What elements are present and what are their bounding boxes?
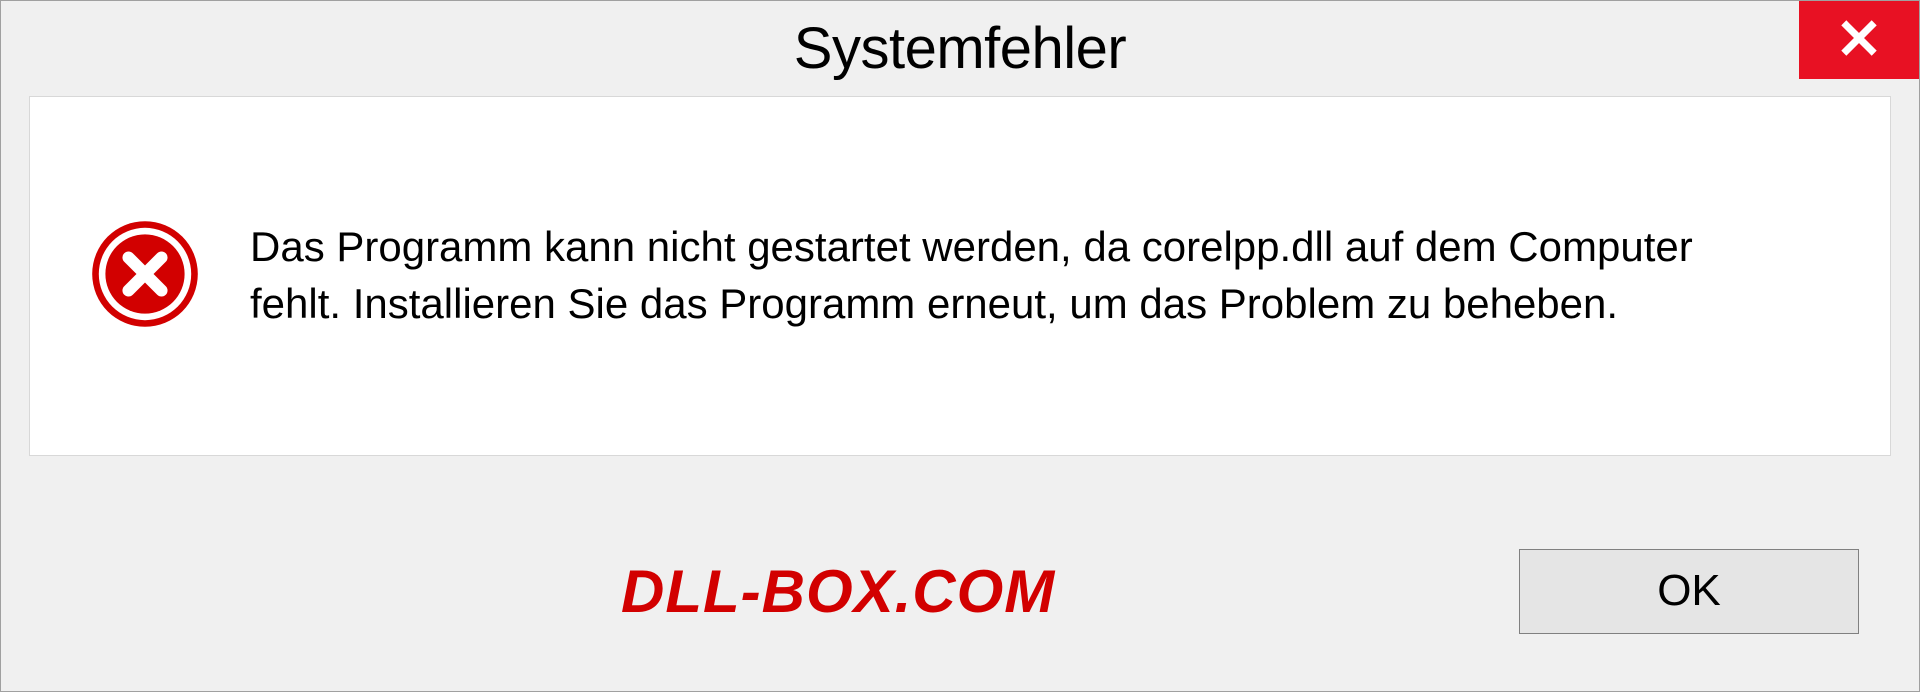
- error-message: Das Programm kann nicht gestartet werden…: [250, 219, 1750, 332]
- watermark-text: DLL-BOX.COM: [621, 557, 1055, 626]
- ok-button[interactable]: OK: [1519, 549, 1859, 634]
- close-button[interactable]: [1799, 1, 1919, 79]
- bottom-bar: DLL-BOX.COM OK: [1, 511, 1919, 691]
- content-panel: Das Programm kann nicht gestartet werden…: [29, 96, 1891, 456]
- dialog-title: Systemfehler: [794, 15, 1126, 82]
- title-bar: Systemfehler: [1, 1, 1919, 96]
- error-icon: [90, 219, 200, 334]
- close-icon: [1840, 19, 1878, 62]
- error-dialog: Systemfehler Das Programm kann nicht ges…: [0, 0, 1920, 692]
